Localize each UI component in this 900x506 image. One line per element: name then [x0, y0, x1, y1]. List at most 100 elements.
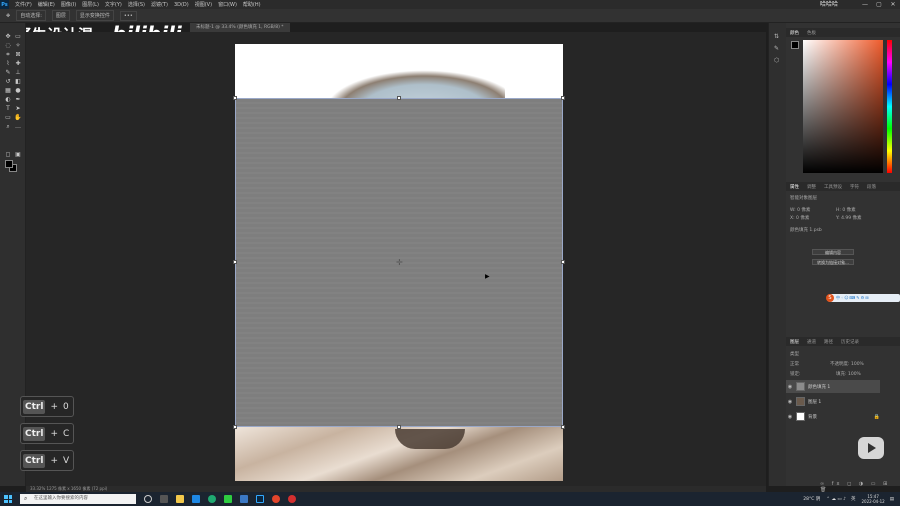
crop-tool-icon[interactable]: ⌗	[4, 51, 12, 58]
tab-adjustments[interactable]: 调整	[803, 184, 820, 190]
minimize-icon[interactable]: —	[858, 0, 872, 9]
taskbar-clock[interactable]: 15:47 2022-04-12	[861, 494, 884, 504]
tab-swatches[interactable]: 色板	[803, 30, 820, 36]
input-method-toolbar[interactable]: S 中◦☺⌨✎⚙⊞	[826, 294, 900, 302]
transform-handle-ml[interactable]	[233, 260, 237, 264]
move-tool-icon[interactable]: ✥	[6, 13, 10, 19]
task-view-icon[interactable]	[160, 495, 168, 503]
input-language[interactable]: 英	[851, 496, 856, 502]
convert-to-linked-button[interactable]: 转换为链接对象...	[812, 259, 854, 265]
auto-select-target-dropdown[interactable]: 图层	[51, 10, 70, 21]
move-tool-icon[interactable]: ✥	[4, 33, 12, 40]
layer-kind-filter[interactable]: 类型	[790, 351, 799, 357]
layer-row[interactable]: ◉ 背景 🔒	[786, 410, 880, 423]
screen-mode-icon[interactable]: ▣	[14, 151, 22, 158]
brush-settings-icon[interactable]: ✎	[774, 45, 779, 52]
menu-filter[interactable]: 滤镜(T)	[151, 1, 168, 8]
ime-tools-icons[interactable]: 中◦☺⌨✎⚙⊞	[836, 295, 870, 301]
document-tab[interactable]: 未标题-1 @ 33.4% (颜色填充 1, RGB/8) *	[190, 23, 290, 32]
color-panel-fg-swatch[interactable]	[791, 41, 799, 49]
menu-3d[interactable]: 3D(D)	[174, 2, 189, 8]
tab-color[interactable]: 颜色	[786, 30, 803, 36]
more-tools-icon[interactable]: …	[14, 123, 22, 130]
eye-icon[interactable]: ◉	[786, 399, 794, 405]
transform-handle-bl[interactable]	[233, 425, 237, 429]
menu-edit[interactable]: 编辑(E)	[38, 1, 55, 8]
history-brush-icon[interactable]: ↺	[4, 78, 12, 85]
tab-tool-presets[interactable]: 工具预设	[820, 184, 846, 190]
tab-paths[interactable]: 路径	[820, 339, 837, 345]
path-select-icon[interactable]: ➤	[14, 105, 22, 112]
x-value[interactable]: 0 像素	[796, 216, 809, 221]
color-picker-field[interactable]	[803, 40, 883, 173]
quick-mask-icon[interactable]: ◻	[4, 151, 12, 158]
transform-handle-tc[interactable]	[397, 96, 401, 100]
transform-handle-mr[interactable]	[561, 260, 565, 264]
more-options-button[interactable]: •••	[119, 10, 137, 21]
menu-image[interactable]: 图像(I)	[61, 1, 76, 8]
fill-value[interactable]: 100%	[848, 372, 861, 377]
layer-name[interactable]: 颜色填充 1	[808, 384, 830, 390]
close-icon[interactable]: ✕	[886, 0, 900, 9]
taskbar-search-input[interactable]: 在这里输入你要搜索的内容	[20, 494, 136, 504]
opacity-value[interactable]: 100%	[851, 362, 864, 367]
type-tool-icon[interactable]: T	[4, 105, 12, 112]
transform-handle-tl[interactable]	[233, 96, 237, 100]
transform-handle-br[interactable]	[561, 425, 565, 429]
transform-center-icon[interactable]: ✛	[396, 258, 403, 267]
menu-layer[interactable]: 图层(L)	[82, 1, 99, 8]
cortana-icon[interactable]	[144, 495, 152, 503]
frame-tool-icon[interactable]: ⊠	[14, 51, 22, 58]
dodge-tool-icon[interactable]: ◐	[4, 96, 12, 103]
3d-icon[interactable]: ⬡	[774, 57, 779, 64]
video-play-icon[interactable]	[858, 437, 884, 459]
maximize-icon[interactable]: ▢	[872, 0, 886, 9]
gradient-tool-icon[interactable]: ▦	[4, 87, 12, 94]
store-icon[interactable]	[240, 495, 248, 503]
h-value[interactable]: 0 像素	[842, 208, 855, 213]
tab-channels[interactable]: 通道	[803, 339, 820, 345]
w-value[interactable]: 0 像素	[797, 208, 810, 213]
tab-history[interactable]: 历史记录	[837, 339, 863, 345]
windows-start-icon[interactable]	[4, 495, 12, 503]
hand-tool-icon[interactable]: ✋	[14, 114, 22, 121]
menu-window[interactable]: 窗口(W)	[218, 1, 237, 8]
notifications-icon[interactable]: ▤	[890, 497, 894, 502]
blur-tool-icon[interactable]: ●	[14, 87, 22, 94]
eye-icon[interactable]: ◉	[786, 414, 794, 420]
zoom-tool-icon[interactable]: ⌕	[4, 123, 12, 130]
menu-select[interactable]: 选择(S)	[128, 1, 145, 8]
eyedropper-icon[interactable]: ⌇	[4, 60, 12, 67]
photoshop-taskbar-icon[interactable]	[256, 495, 264, 503]
mail-icon[interactable]	[192, 495, 200, 503]
tab-properties[interactable]: 属性	[786, 184, 803, 190]
layer-name[interactable]: 背景	[808, 414, 817, 420]
brush-tool-icon[interactable]: ✎	[4, 69, 12, 76]
chrome-icon[interactable]	[272, 495, 280, 503]
tab-layers[interactable]: 图层	[786, 339, 803, 345]
show-transform-controls-checkbox[interactable]: 显示变换控件	[75, 10, 114, 21]
menu-view[interactable]: 视图(V)	[195, 1, 212, 8]
menu-help[interactable]: 帮助(H)	[243, 1, 261, 8]
auto-select-checkbox[interactable]: 自动选择:	[16, 10, 46, 21]
weather-widget[interactable]: 28°C 阴	[803, 496, 820, 502]
foreground-color-swatch[interactable]	[5, 160, 13, 168]
artboard-tool-icon[interactable]: ▭	[14, 33, 22, 40]
recorder-icon[interactable]	[288, 495, 296, 503]
lasso-tool-icon[interactable]: ◌	[4, 42, 12, 49]
rectangle-tool-icon[interactable]: ▭	[4, 114, 12, 121]
edit-contents-button[interactable]: 编辑内容	[812, 249, 854, 255]
transform-handle-tr[interactable]	[561, 96, 565, 100]
menu-file[interactable]: 文件(F)	[15, 1, 32, 8]
tab-paragraph[interactable]: 段落	[863, 184, 880, 190]
edge-icon[interactable]	[208, 495, 216, 503]
clone-stamp-icon[interactable]: ⊥	[14, 69, 22, 76]
tray-icons[interactable]: ⌃ ☁ ▭ ♪	[826, 497, 846, 502]
pen-tool-icon[interactable]: ✒	[14, 96, 22, 103]
tab-character[interactable]: 字符	[846, 184, 863, 190]
wechat-icon[interactable]	[224, 495, 232, 503]
layer-name[interactable]: 图层 1	[808, 399, 821, 405]
hue-slider[interactable]	[887, 40, 892, 173]
canvas-workspace[interactable]: ✛ ▶	[26, 32, 766, 486]
file-explorer-icon[interactable]	[176, 495, 184, 503]
